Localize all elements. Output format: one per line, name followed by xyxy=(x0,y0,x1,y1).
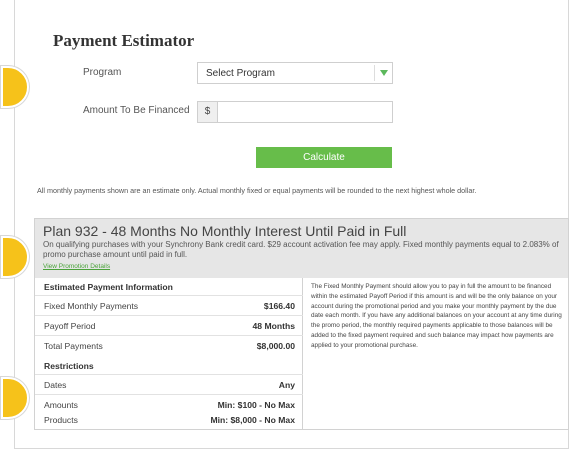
row-label: Payoff Period xyxy=(44,321,96,331)
row-label: Dates xyxy=(44,380,67,390)
step-marker xyxy=(1,377,29,419)
estimated-payment-heading: Estimated Payment Information xyxy=(44,282,173,292)
amount-input[interactable] xyxy=(219,102,391,122)
row-value: $166.40 xyxy=(263,301,295,311)
row-value: 48 Months xyxy=(252,321,296,331)
plan-description: On qualifying purchases with your Synchr… xyxy=(43,240,559,259)
row-value: $8,000.00 xyxy=(256,341,295,351)
table-row: Fixed Monthly Payments $166.40 xyxy=(35,295,303,315)
row-label: Total Payments xyxy=(44,341,103,351)
amount-field: $ xyxy=(197,101,393,123)
table-row: Dates Any xyxy=(35,374,303,394)
table-row: Payoff Period 48 Months xyxy=(35,315,303,335)
program-label: Program xyxy=(83,67,122,78)
row-value: Min: $100 - No Max xyxy=(217,400,295,410)
chevron-down-icon[interactable] xyxy=(374,65,392,81)
step-marker xyxy=(1,66,29,108)
amount-label: Amount To Be Financed xyxy=(83,105,190,116)
row-label: Products xyxy=(44,415,78,425)
plan-card: Plan 932 - 48 Months No Monthly Interest… xyxy=(34,218,569,430)
row-value: Any xyxy=(278,380,295,390)
program-select[interactable]: Select Program xyxy=(197,62,393,84)
estimator-panel: Payment Estimator Program Select Program… xyxy=(1,0,569,449)
plan-header: Plan 932 - 48 Months No Monthly Interest… xyxy=(35,219,568,278)
table-row: Total Payments $8,000.00 xyxy=(35,335,303,355)
row-label: Fixed Monthly Payments xyxy=(44,301,139,311)
step-marker xyxy=(1,236,29,278)
program-select-value: Select Program xyxy=(206,68,275,79)
disclaimer-text: All monthly payments shown are an estima… xyxy=(37,186,477,195)
payment-explanation: The Fixed Monthly Payment should allow y… xyxy=(311,283,562,349)
plan-title: Plan 932 - 48 Months No Monthly Interest… xyxy=(43,223,407,239)
restrictions-heading: Restrictions xyxy=(44,361,94,371)
view-promotion-details-link[interactable]: View Promotion Details xyxy=(43,263,110,270)
calculate-button[interactable]: Calculate xyxy=(256,147,392,168)
row-value: Min: $8,000 - No Max xyxy=(210,415,295,425)
payment-info-column: Estimated Payment Information Fixed Mont… xyxy=(35,278,303,430)
currency-prefix: $ xyxy=(198,102,218,122)
row-label: Amounts xyxy=(44,400,78,410)
page-title: Payment Estimator xyxy=(53,31,195,50)
table-row: Products Min: $8,000 - No Max xyxy=(35,410,303,430)
